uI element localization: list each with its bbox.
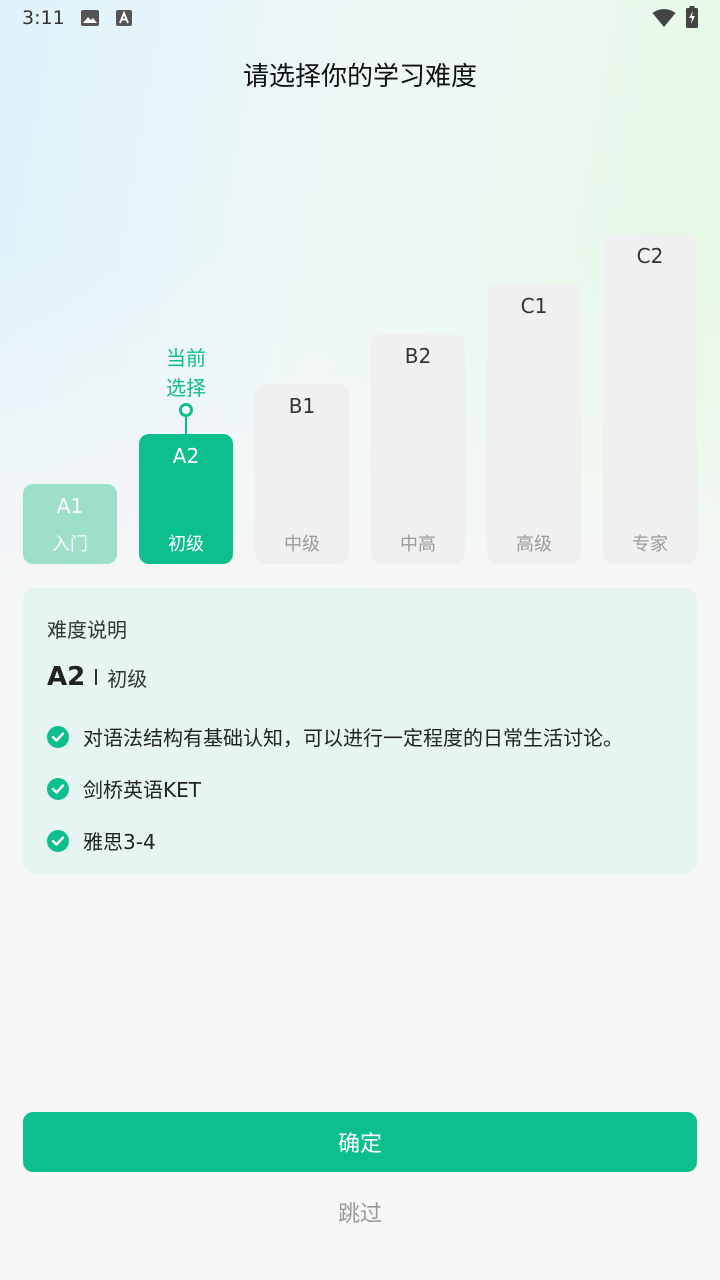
page-title: 请选择你的学习难度 — [242, 62, 477, 92]
marker-label-line2: 选择 — [166, 376, 206, 400]
skip-button[interactable]: 跳过 — [0, 1196, 720, 1228]
check-icon — [47, 725, 69, 748]
marker-pin-icon — [179, 403, 193, 417]
level-bar-c1[interactable]: C1 高级 — [487, 284, 581, 564]
description-item: 雅思3-4 — [47, 826, 156, 855]
font-notification-icon — [116, 10, 132, 26]
wifi-icon — [652, 9, 676, 27]
level-code: B2 — [404, 344, 432, 368]
check-icon — [47, 777, 69, 800]
confirm-button[interactable]: 确定 — [23, 1112, 697, 1172]
level-code: A2 — [172, 444, 200, 468]
level-name: 专家 — [632, 534, 668, 555]
level-name: 初级 — [168, 534, 204, 555]
description-level-name: 初级 — [107, 666, 148, 691]
description-level: A2 初级 — [47, 662, 147, 692]
level-code: B1 — [288, 394, 316, 418]
difficulty-description-card: 难度说明 A2 初级 对语法结构有基础认知，可以进行一定程度的日常生活讨论。 剑… — [23, 588, 697, 874]
level-name: 中级 — [284, 534, 320, 555]
level-bar-c2[interactable]: C2 专家 — [603, 234, 697, 564]
description-item: 剑桥英语KET — [47, 774, 201, 803]
level-code: A1 — [56, 494, 84, 518]
level-bar-a2[interactable]: A2 初级 — [139, 434, 233, 564]
current-selection-marker: 当前 选择 — [139, 343, 233, 435]
level-name: 中高 — [400, 534, 436, 555]
marker-label-line1: 当前 — [166, 346, 206, 370]
description-separator — [95, 669, 98, 685]
check-icon — [47, 829, 69, 852]
description-item-text: 对语法结构有基础认知，可以进行一定程度的日常生活讨论。 — [83, 726, 623, 750]
description-title: 难度说明 — [47, 618, 127, 642]
level-name: 高级 — [516, 534, 552, 555]
level-code: C2 — [636, 244, 664, 268]
status-bar: 3:11 — [0, 0, 720, 38]
battery-charging-icon — [686, 6, 698, 28]
level-bar-b1[interactable]: B1 中级 — [255, 384, 349, 564]
level-code: C1 — [520, 294, 548, 318]
marker-line — [185, 417, 187, 435]
description-item-text: 剑桥英语KET — [83, 778, 201, 802]
image-notification-icon — [81, 10, 99, 26]
description-item-text: 雅思3-4 — [83, 830, 156, 854]
description-level-code: A2 — [47, 662, 86, 692]
level-name: 入门 — [52, 534, 88, 555]
level-bar-b2[interactable]: B2 中高 — [371, 334, 465, 564]
status-time: 3:11 — [22, 7, 65, 29]
level-bar-a1[interactable]: A1 入门 — [23, 484, 117, 564]
description-item: 对语法结构有基础认知，可以进行一定程度的日常生活讨论。 — [47, 722, 623, 751]
